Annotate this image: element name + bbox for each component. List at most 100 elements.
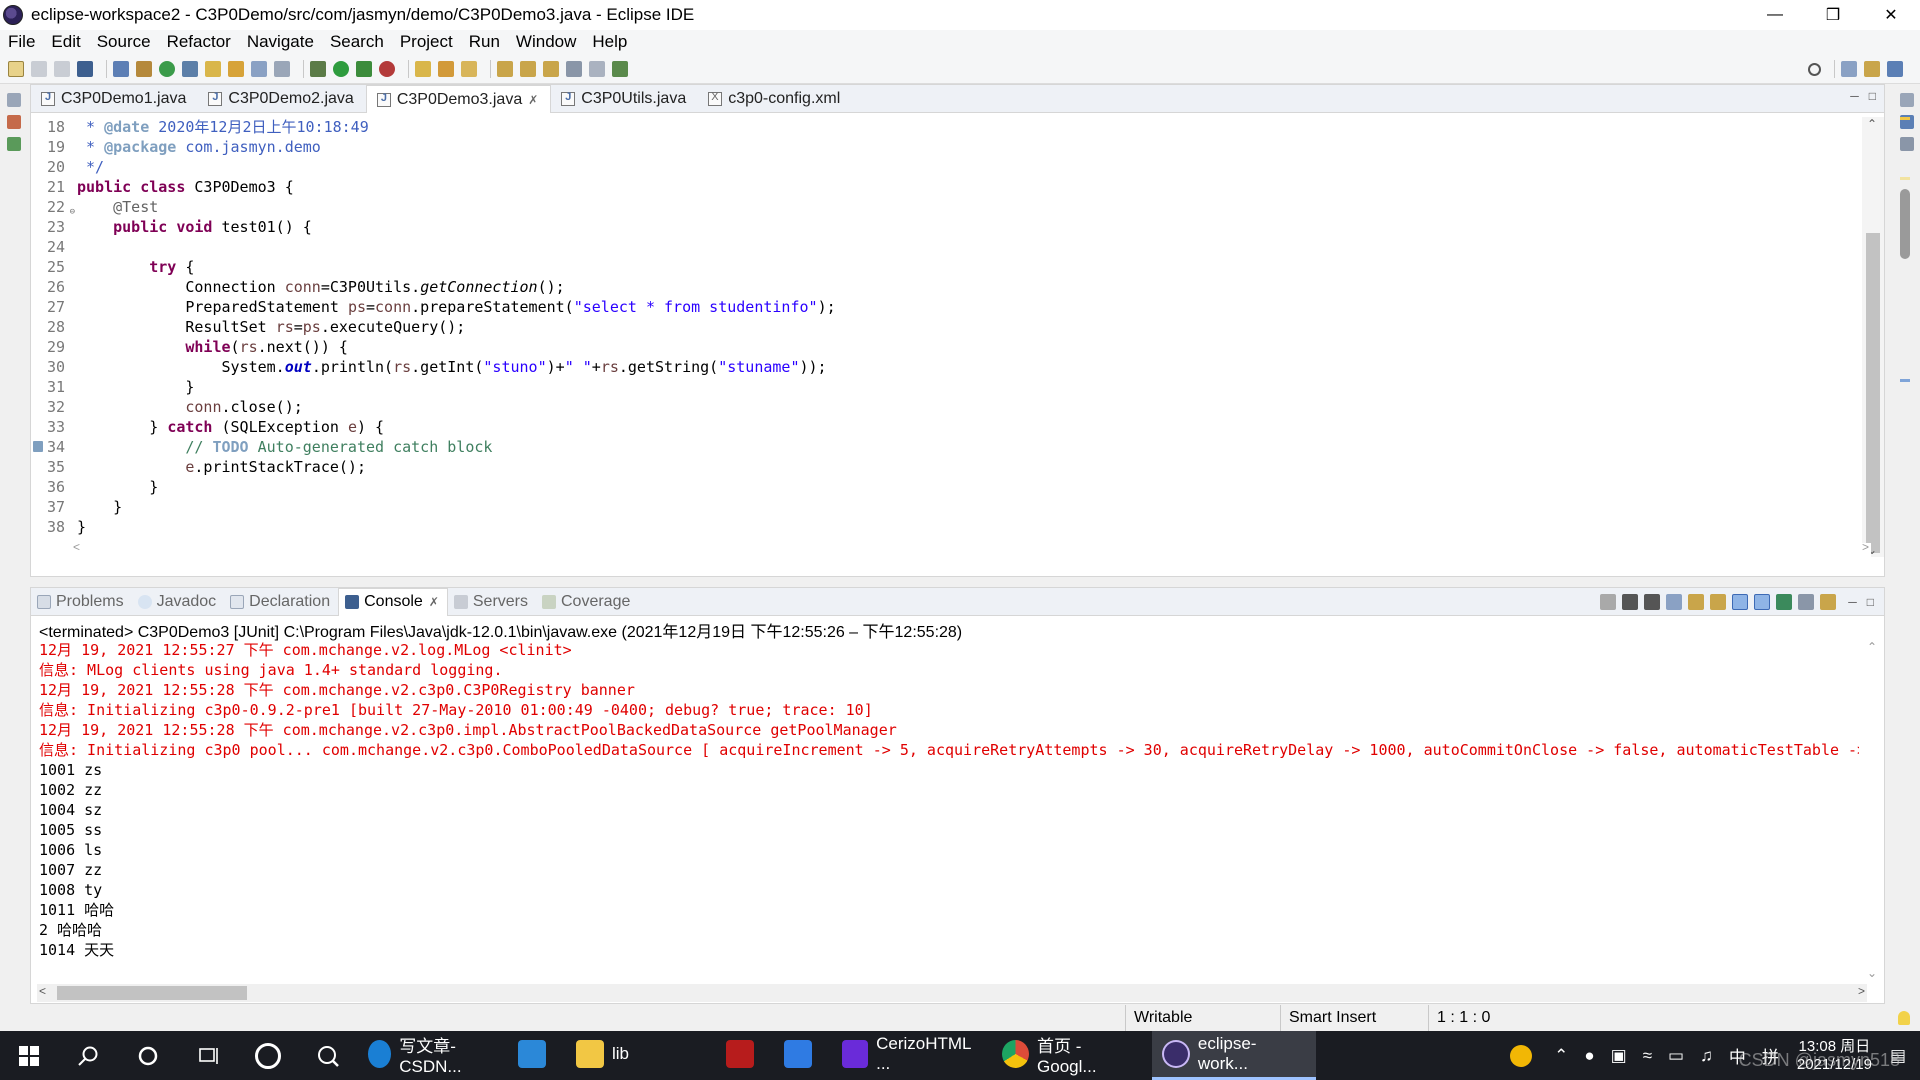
package-explorer-icon[interactable]	[7, 115, 21, 129]
show-on-stdout-icon[interactable]	[1732, 594, 1749, 610]
menu-source[interactable]: Source	[95, 32, 159, 52]
minimize-editor-icon[interactable]: ─	[1850, 89, 1859, 103]
open-perspective-icon[interactable]	[1841, 61, 1857, 77]
minimize-button[interactable]: —	[1746, 0, 1804, 30]
volume-icon[interactable]: ♫	[1700, 1046, 1713, 1066]
search-button[interactable]	[58, 1031, 118, 1080]
terminal-icon[interactable]	[77, 60, 93, 77]
open-console-icon[interactable]	[1820, 594, 1837, 610]
pin-editor-icon[interactable]	[612, 60, 628, 77]
word-wrap-icon[interactable]	[1710, 594, 1727, 610]
taskbar-app-eclipse[interactable]: eclipse-work...	[1152, 1031, 1316, 1080]
scroll-lock-icon[interactable]	[1688, 594, 1705, 610]
status-insert-mode[interactable]: Smart Insert	[1280, 1005, 1428, 1031]
console-output[interactable]: 12月 19, 2021 12:55:27 下午 com.mchange.v2.…	[39, 640, 1859, 960]
save-all-icon[interactable]	[54, 60, 70, 77]
close-console-icon[interactable]: ✗	[429, 595, 439, 609]
search-wand-icon[interactable]	[205, 60, 221, 77]
console-horizontal-scrollbar[interactable]: < >	[37, 984, 1867, 1002]
java-perspective-icon[interactable]	[1887, 61, 1903, 77]
wifi-icon[interactable]: ≈	[1643, 1046, 1652, 1066]
qq-icon[interactable]: ●	[1584, 1046, 1594, 1066]
warning-marker[interactable]	[1900, 117, 1910, 120]
cortana-button[interactable]	[118, 1031, 178, 1080]
taskbar-app-filezilla[interactable]	[716, 1031, 774, 1080]
menu-help[interactable]: Help	[590, 32, 635, 52]
menu-file[interactable]: File	[6, 32, 43, 52]
search-icon[interactable]	[1808, 62, 1821, 76]
minimize-view-icon[interactable]: ─	[1848, 595, 1857, 609]
remove-all-launches-icon[interactable]	[1644, 594, 1661, 610]
menu-project[interactable]: Project	[398, 32, 461, 52]
taskbar-app-mail[interactable]	[774, 1031, 832, 1080]
battery-icon[interactable]: ▭	[1668, 1046, 1684, 1066]
menu-edit[interactable]: Edit	[49, 32, 88, 52]
run-icon[interactable]	[333, 60, 349, 77]
tab-console[interactable]: Console ✗	[338, 587, 448, 616]
tab-declaration[interactable]: Declaration	[224, 588, 338, 616]
last-edit-icon[interactable]	[543, 60, 559, 77]
close-window-button[interactable]: ✕	[1862, 0, 1920, 30]
menu-run[interactable]: Run	[467, 32, 508, 52]
pin-console-icon[interactable]	[1776, 594, 1793, 610]
tip-lightbulb-icon[interactable]	[1898, 1011, 1910, 1025]
console-scroll-thumb[interactable]	[57, 986, 247, 1000]
task-marker[interactable]	[1900, 379, 1910, 382]
pinned-app-2[interactable]	[298, 1031, 358, 1080]
scroll-left-icon[interactable]: <	[73, 540, 80, 554]
scroll-up-icon[interactable]: ⌃	[1867, 640, 1877, 654]
monitor-icon[interactable]: ▣	[1611, 1046, 1627, 1066]
console-vertical-scrollbar[interactable]: ⌃ ⌄	[1862, 640, 1884, 980]
block-selection-icon[interactable]	[251, 60, 267, 77]
taskbar-app-intellij[interactable]: CerizoHTML ...	[832, 1031, 992, 1080]
taskbar-app-edge[interactable]: 写文章-CSDN...	[358, 1031, 508, 1080]
next-annotation-icon[interactable]	[497, 60, 513, 77]
editor-horizontal-scrollbar[interactable]: < >	[71, 540, 1871, 557]
scroll-down-icon[interactable]: ⌄	[1867, 966, 1877, 980]
maximize-view-icon[interactable]: □	[1867, 595, 1874, 609]
tab-javadoc[interactable]: Javadoc	[132, 588, 225, 616]
restore-outline-icon[interactable]	[1900, 93, 1914, 107]
chevron-up-icon[interactable]: ⌃	[1554, 1046, 1568, 1066]
pencil-icon[interactable]	[461, 60, 477, 77]
junit-icon[interactable]	[7, 137, 21, 151]
open-folder-icon[interactable]	[415, 60, 431, 77]
close-tab-icon[interactable]: ✗	[528, 93, 538, 107]
editor-vertical-scrollbar[interactable]: ⌃ ⌄	[1862, 117, 1884, 557]
code-area[interactable]: 18 * @date 2020年12月2日上午10:18:49 19 * @pa…	[31, 117, 1854, 541]
tab-c3p0utils[interactable]: C3P0Utils.java	[551, 85, 698, 113]
java-ee-perspective-icon[interactable]	[1864, 61, 1880, 77]
menu-window[interactable]: Window	[514, 32, 584, 52]
display-console-icon[interactable]	[1798, 594, 1815, 610]
fold-toggle-icon[interactable]: ⊖	[70, 202, 75, 222]
task-view-button[interactable]	[178, 1031, 238, 1080]
tab-servers[interactable]: Servers	[448, 588, 536, 616]
new-icon[interactable]	[8, 60, 24, 77]
tab-coverage[interactable]: Coverage	[536, 588, 638, 616]
tab-problems[interactable]: Problems	[31, 588, 132, 616]
prev-annotation-icon[interactable]	[520, 60, 536, 77]
notification-app-icon[interactable]	[1510, 1044, 1533, 1067]
scroll-right-icon[interactable]: >	[1858, 984, 1865, 998]
menu-refactor[interactable]: Refactor	[165, 32, 239, 52]
terminate-icon[interactable]	[1600, 594, 1617, 610]
menu-navigate[interactable]: Navigate	[245, 32, 322, 52]
tab-c3p0-config[interactable]: c3p0-config.xml	[698, 85, 852, 113]
tab-c3p0demo2[interactable]: C3P0Demo2.java	[198, 85, 365, 113]
restore-view-icon[interactable]	[7, 93, 21, 107]
overview-ruler[interactable]	[1900, 117, 1910, 557]
open-task-icon[interactable]	[438, 60, 454, 77]
tab-c3p0demo3[interactable]: C3P0Demo3.java ✗	[365, 85, 552, 113]
skip-breakpoints-icon[interactable]	[113, 60, 129, 77]
remove-launch-icon[interactable]	[1622, 594, 1639, 610]
clear-console-icon[interactable]	[1666, 594, 1683, 610]
external-tools-icon[interactable]	[379, 60, 395, 77]
taskbar-app-store[interactable]	[508, 1031, 566, 1080]
editor-scroll-thumb[interactable]	[1866, 233, 1880, 553]
show-on-stderr-icon[interactable]	[1754, 594, 1771, 610]
scroll-right-icon[interactable]: >	[1862, 540, 1869, 554]
debug-icon[interactable]	[310, 60, 326, 77]
open-type-icon[interactable]	[182, 60, 198, 77]
back-icon[interactable]	[566, 60, 582, 77]
new-class-icon[interactable]	[159, 60, 175, 77]
